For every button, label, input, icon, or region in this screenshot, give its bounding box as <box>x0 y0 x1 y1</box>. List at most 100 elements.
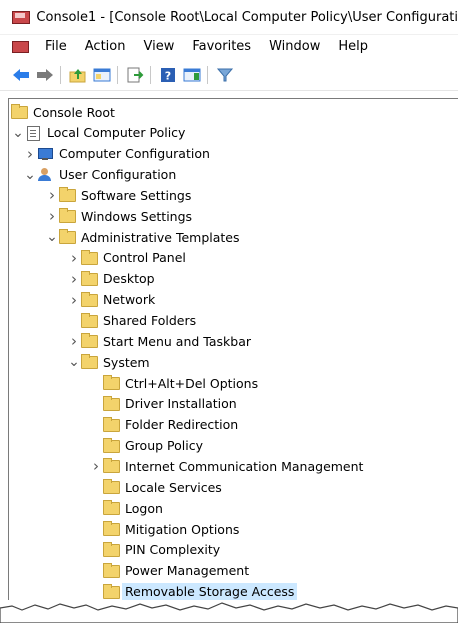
menu-action[interactable]: Action <box>76 36 135 58</box>
tree-item-removable-storage-access[interactable]: Removable Storage Access <box>89 582 298 602</box>
menu-view[interactable]: View <box>134 36 183 58</box>
chevron-right-icon[interactable]: › <box>67 269 81 289</box>
chevron-right-icon[interactable]: › <box>67 248 81 268</box>
chevron-right-icon[interactable]: › <box>89 456 103 476</box>
tree-item-pin-complexity[interactable]: PIN Complexity <box>89 540 220 560</box>
show-hide-tree-icon[interactable] <box>91 64 113 86</box>
tree-item-windows-settings[interactable]: › Windows Settings <box>45 206 192 226</box>
tree-item-system[interactable]: ⌄ System <box>67 352 150 372</box>
up-folder-icon[interactable] <box>67 64 89 86</box>
tree-item-label: Desktop <box>103 271 155 287</box>
chevron-right-icon[interactable]: › <box>23 144 37 164</box>
folder-icon <box>103 375 120 391</box>
tree-item-label: Removable Storage Access <box>122 583 298 601</box>
chevron-right-icon[interactable]: › <box>45 185 59 205</box>
tree-item-computer-configuration[interactable]: › Computer Configuration <box>23 144 210 164</box>
folder-icon <box>103 541 120 557</box>
user-icon <box>37 167 53 182</box>
tree-item-network[interactable]: › Network <box>67 290 155 310</box>
toolbar-separator <box>207 66 208 84</box>
forward-arrow-icon[interactable] <box>34 64 56 86</box>
tree-item-label: Administrative Templates <box>81 229 240 245</box>
folder-icon <box>59 187 76 203</box>
tree-item-ctrl-alt-del-options[interactable]: Ctrl+Alt+Del Options <box>89 373 258 393</box>
tree-item-locale-services[interactable]: Locale Services <box>89 477 222 497</box>
folder-icon <box>81 312 98 328</box>
menu-help[interactable]: Help <box>329 36 377 58</box>
chevron-down-icon[interactable]: ⌄ <box>67 352 81 372</box>
tree-item-label: Internet Communication Management <box>125 458 364 474</box>
tree-item-shared-folders[interactable]: Shared Folders <box>67 311 196 331</box>
tree-item-folder-redirection[interactable]: Folder Redirection <box>89 415 238 435</box>
folder-icon <box>103 416 120 432</box>
tree-item-label: Driver Installation <box>125 396 237 412</box>
chevron-right-icon[interactable]: › <box>67 331 81 351</box>
menu-window[interactable]: Window <box>260 36 329 58</box>
folder-icon <box>103 395 120 411</box>
folder-icon <box>81 249 98 265</box>
toolbar-separator <box>150 66 151 84</box>
tree-item-label: Computer Configuration <box>59 146 210 162</box>
tree-item-console-root[interactable]: Console Root <box>11 102 115 122</box>
tree-item-label: User Configuration <box>59 167 177 183</box>
back-arrow-icon[interactable] <box>10 64 32 86</box>
chevron-right-icon[interactable]: › <box>67 290 81 310</box>
chevron-down-icon[interactable]: ⌄ <box>23 165 37 185</box>
computer-icon <box>37 147 53 161</box>
title-bar[interactable]: Console1 - [Console Root\Local Computer … <box>0 0 458 35</box>
tree-item-label: Group Policy <box>125 438 203 454</box>
tree-item-label: PIN Complexity <box>125 542 221 558</box>
folder-icon <box>59 208 76 224</box>
folder-icon <box>81 354 98 370</box>
tree-item-administrative-templates[interactable]: ⌄ Administrative Templates <box>45 227 240 247</box>
chevron-down-icon[interactable]: ⌄ <box>45 227 59 247</box>
tree-item-local-computer-policy[interactable]: ⌄ Local Computer Policy <box>11 123 185 143</box>
tree-item-label: System <box>103 354 150 370</box>
folder-icon <box>103 562 120 578</box>
tree-item-label: Folder Redirection <box>125 417 239 433</box>
filter-icon[interactable] <box>214 64 236 86</box>
tree-item-desktop[interactable]: › Desktop <box>67 269 155 289</box>
tree-item-logon[interactable]: Logon <box>89 498 163 518</box>
tree-item-internet-communication-management[interactable]: › Internet Communication Management <box>89 456 363 476</box>
show-hide-action-pane-icon[interactable] <box>181 64 203 86</box>
tree-item-label: Console Root <box>33 104 115 120</box>
folder-icon <box>103 437 120 453</box>
folder-icon <box>81 291 98 307</box>
chevron-right-icon[interactable]: › <box>45 206 59 226</box>
tree-item-power-management[interactable]: Power Management <box>89 561 249 581</box>
export-list-icon[interactable] <box>124 64 146 86</box>
tree-item-label: Network <box>103 292 156 308</box>
folder-icon <box>81 333 98 349</box>
help-icon[interactable]: ? <box>157 64 179 86</box>
tree-item-label: Mitigation Options <box>125 521 240 537</box>
torn-edge <box>0 600 458 623</box>
menu-file[interactable]: File <box>36 36 76 58</box>
tree-item-start-menu-and-taskbar[interactable]: › Start Menu and Taskbar <box>67 331 251 351</box>
menu-favorites[interactable]: Favorites <box>183 36 260 58</box>
tree-item-software-settings[interactable]: › Software Settings <box>45 185 191 205</box>
tree-item-label: Power Management <box>125 563 250 579</box>
tree-item-control-panel[interactable]: › Control Panel <box>67 248 186 268</box>
tree-item-mitigation-options[interactable]: Mitigation Options <box>89 519 239 539</box>
toolbar: ? <box>0 60 458 91</box>
folder-icon <box>103 458 120 474</box>
chevron-down-icon[interactable]: ⌄ <box>11 123 25 143</box>
tree-item-driver-installation[interactable]: Driver Installation <box>89 394 237 414</box>
tree-item-user-configuration[interactable]: ⌄ User Configuration <box>23 165 176 185</box>
tree-item-label: Windows Settings <box>81 208 193 224</box>
tree-item-label: Software Settings <box>81 187 192 203</box>
toolbar-separator <box>60 66 61 84</box>
document-menu-icon[interactable] <box>12 40 29 54</box>
mmc-app-icon[interactable] <box>12 9 30 25</box>
tree-item-group-policy[interactable]: Group Policy <box>89 436 203 456</box>
console-tree[interactable]: Console Root ⌄ Local Computer Policy › Compu… <box>8 98 458 623</box>
